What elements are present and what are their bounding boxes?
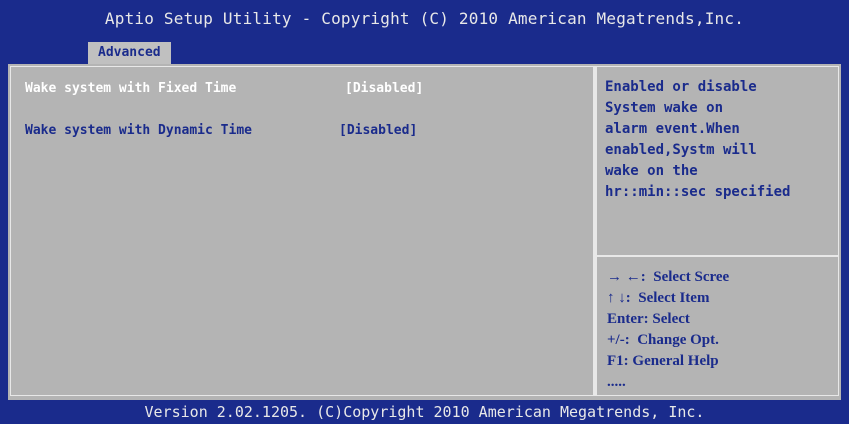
key-change-opt: +/-: Change Opt. [607, 332, 719, 348]
help-pane: Enabled or disable System wake on alarm … [596, 66, 839, 396]
help-line: System wake on [605, 100, 724, 116]
menu-item-wake-dynamic-time[interactable]: Wake system with Dynamic Time [Disabled] [25, 123, 417, 138]
key-select-screen: → ←: Select Scree [607, 269, 730, 285]
menu-item-label: Wake system with Dynamic Time [25, 123, 252, 138]
help-line: alarm event.When [605, 121, 740, 137]
menu-item-wake-fixed-time[interactable]: Wake system with Fixed Time [Disabled] [25, 81, 423, 96]
menu-item-value[interactable]: [Disabled] [339, 123, 417, 138]
help-line: hr::min::sec specified [605, 184, 791, 200]
help-text: Enabled or disable System wake on alarm … [605, 77, 833, 203]
help-line: Enabled or disable [605, 79, 757, 95]
help-separator [597, 255, 838, 257]
menu-item-label: Wake system with Fixed Time [25, 81, 237, 96]
main-panel: Wake system with Fixed Time [Disabled] W… [8, 64, 841, 400]
footer-version: Version 2.02.1205. (C)Copyright 2010 Ame… [0, 400, 849, 424]
help-line: wake on the [605, 163, 698, 179]
help-line: enabled,Systm will [605, 142, 757, 158]
title-bar: Aptio Setup Utility - Copyright (C) 2010… [0, 0, 849, 38]
bios-screen: Aptio Setup Utility - Copyright (C) 2010… [0, 0, 849, 424]
key-select-item: ↑ ↓: Select Item [607, 290, 710, 306]
key-general-help: F1: General Help [607, 353, 719, 369]
key-more: ..... [607, 374, 626, 390]
key-enter-select: Enter: Select [607, 311, 690, 327]
settings-pane: Wake system with Fixed Time [Disabled] W… [10, 66, 594, 396]
menu-item-value[interactable]: [Disabled] [345, 81, 423, 96]
key-legend: → ←: Select Scree ↑ ↓: Select Item Enter… [607, 267, 835, 393]
tab-advanced[interactable]: Advanced [88, 42, 171, 64]
tab-bar: Advanced [0, 38, 849, 64]
